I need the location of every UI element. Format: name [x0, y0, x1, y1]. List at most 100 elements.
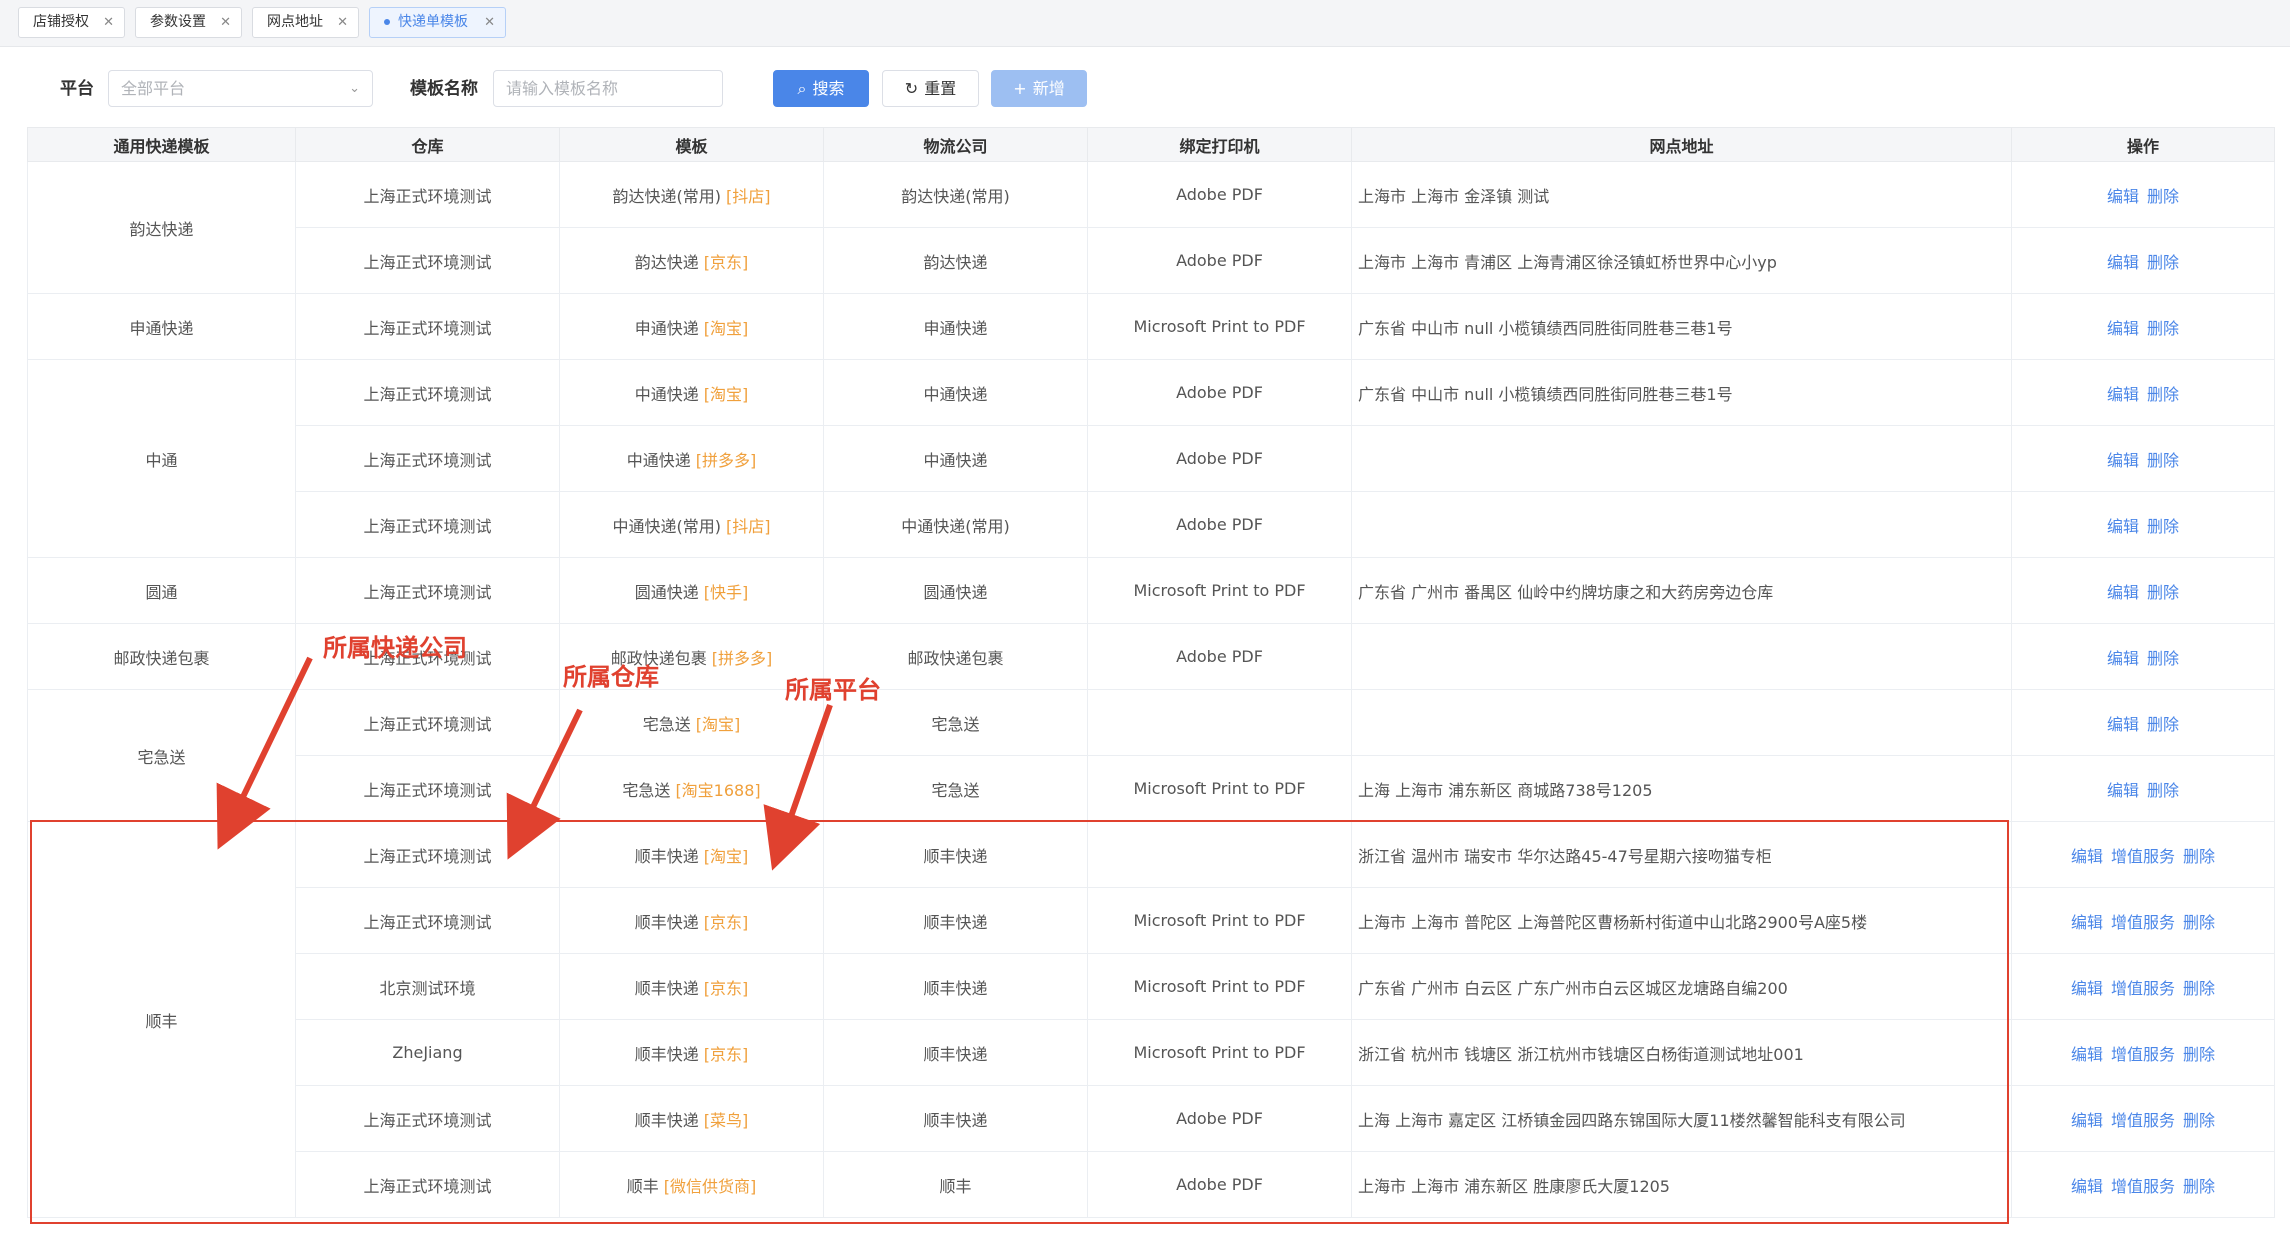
- warehouse-name: 北京测试环境: [379, 978, 476, 998]
- edit-link[interactable]: 编辑: [2107, 583, 2139, 602]
- delete-link[interactable]: 删除: [2147, 715, 2179, 734]
- edit-link[interactable]: 编辑: [2071, 913, 2103, 932]
- value-added-service-link[interactable]: 增值服务: [2111, 913, 2175, 932]
- edit-link[interactable]: 编辑: [2107, 385, 2139, 404]
- actions-cell: 编辑 增值服务 删除: [2011, 1019, 2275, 1086]
- platform-tag: [抖店]: [726, 516, 771, 536]
- template-name: 韵达快递(常用): [612, 186, 721, 206]
- address-cell: 广东省 广州市 白云区 广东广州市白云区城区龙塘路自编200: [1351, 953, 2012, 1020]
- close-icon[interactable]: ✕: [484, 8, 495, 37]
- value-added-service-link[interactable]: 增值服务: [2111, 847, 2175, 866]
- edit-link[interactable]: 编辑: [2107, 187, 2139, 206]
- delete-link[interactable]: 删除: [2147, 319, 2179, 338]
- company-cell: 韵达快递(常用): [823, 161, 1088, 228]
- delete-link[interactable]: 删除: [2147, 385, 2179, 404]
- delete-link[interactable]: 删除: [2183, 1045, 2215, 1064]
- table-header-row: 通用快递模板 仓库 模板 物流公司 绑定打印机 网点地址 操作: [27, 127, 2275, 162]
- value-added-service-link[interactable]: 增值服务: [2111, 1177, 2175, 1196]
- tab-waybill-template[interactable]: 快递单模板 ✕: [369, 7, 506, 38]
- warehouse-name: 上海正式环境测试: [363, 1176, 492, 1196]
- edit-link[interactable]: 编辑: [2107, 319, 2139, 338]
- address-cell: 上海市 上海市 青浦区 上海青浦区徐泾镇虹桥世界中心小yp: [1351, 227, 2012, 294]
- company-name: 顺丰快递: [923, 846, 988, 866]
- template-name: 圆通快递: [634, 582, 699, 602]
- platform-select[interactable]: 全部平台 ⌄: [108, 70, 373, 107]
- edit-link[interactable]: 编辑: [2107, 517, 2139, 536]
- edit-link[interactable]: 编辑: [2071, 847, 2103, 866]
- actions-cell: 编辑 删除: [2011, 689, 2275, 756]
- company-cell: 圆通快递: [823, 557, 1088, 624]
- close-icon[interactable]: ✕: [103, 8, 114, 37]
- printer-name: Microsoft Print to PDF: [1133, 977, 1306, 996]
- warehouse-name: 上海正式环境测试: [363, 450, 492, 470]
- printer-cell: Adobe PDF: [1087, 623, 1352, 690]
- warehouse-cell: 上海正式环境测试: [295, 689, 560, 756]
- active-dot-icon: [384, 19, 390, 25]
- edit-link[interactable]: 编辑: [2107, 649, 2139, 668]
- printer-name: Adobe PDF: [1176, 647, 1263, 666]
- delete-link[interactable]: 删除: [2147, 583, 2179, 602]
- printer-name: Adobe PDF: [1176, 251, 1263, 270]
- edit-link[interactable]: 编辑: [2071, 1177, 2103, 1196]
- delete-link[interactable]: 删除: [2183, 1177, 2215, 1196]
- printer-name: Adobe PDF: [1176, 1109, 1263, 1128]
- warehouse-name: 上海正式环境测试: [363, 186, 492, 206]
- printer-cell: Adobe PDF: [1087, 1151, 1352, 1218]
- delete-link[interactable]: 删除: [2147, 187, 2179, 206]
- table-row: ZheJiang 顺丰快递 [京东] 顺丰快递 Microsoft Print to …: [28, 1019, 2275, 1086]
- delete-link[interactable]: 删除: [2183, 847, 2215, 866]
- edit-link[interactable]: 编辑: [2071, 1111, 2103, 1130]
- printer-cell: Microsoft Print to PDF: [1087, 887, 1352, 954]
- tab-outlet-address[interactable]: 网点地址 ✕: [252, 7, 359, 38]
- actions-cell: 编辑 删除: [2011, 491, 2275, 558]
- table-row: 顺丰 上海正式环境测试 顺丰快递 [淘宝] 顺丰快递 浙江省 温州市 瑞安市 华尔达路4…: [27, 821, 2275, 1218]
- warehouse-cell: 北京测试环境: [295, 953, 560, 1020]
- delete-link[interactable]: 删除: [2183, 913, 2215, 932]
- actions-cell: 编辑 删除: [2011, 293, 2275, 360]
- table-row: 圆通 上海正式环境测试 圆通快递 [快手] 圆通快递 Microsoft Print t…: [27, 557, 2275, 624]
- template-cell: 顺丰快递 [京东]: [559, 887, 824, 954]
- warehouse-name: 上海正式环境测试: [363, 252, 492, 272]
- template-name: 宅急送: [642, 714, 691, 734]
- delete-link[interactable]: 删除: [2147, 781, 2179, 800]
- delete-link[interactable]: 删除: [2183, 979, 2215, 998]
- template-name-input[interactable]: 请输入模板名称: [493, 70, 723, 107]
- platform-tag: [淘宝]: [703, 846, 749, 866]
- edit-link[interactable]: 编辑: [2071, 1045, 2103, 1064]
- add-button[interactable]: + 新增: [991, 70, 1087, 107]
- delete-link[interactable]: 删除: [2147, 253, 2179, 272]
- column-header: 网点地址: [1351, 127, 2012, 162]
- printer-cell: Adobe PDF: [1087, 1085, 1352, 1152]
- delete-link[interactable]: 删除: [2147, 649, 2179, 668]
- delete-link[interactable]: 删除: [2183, 1111, 2215, 1130]
- delete-link[interactable]: 删除: [2147, 517, 2179, 536]
- delete-link[interactable]: 删除: [2147, 451, 2179, 470]
- reset-button[interactable]: ↻ 重置: [882, 70, 979, 107]
- edit-link[interactable]: 编辑: [2107, 253, 2139, 272]
- warehouse-name: 上海正式环境测试: [363, 318, 492, 338]
- search-button[interactable]: ⌕ 搜索: [773, 70, 869, 107]
- tab-shop-auth[interactable]: 店铺授权 ✕: [18, 7, 125, 38]
- address-cell: [1351, 491, 2012, 558]
- close-icon[interactable]: ✕: [337, 8, 348, 37]
- tab-params[interactable]: 参数设置 ✕: [135, 7, 242, 38]
- value-added-service-link[interactable]: 增值服务: [2111, 1045, 2175, 1064]
- edit-link[interactable]: 编辑: [2107, 451, 2139, 470]
- close-icon[interactable]: ✕: [220, 8, 231, 37]
- warehouse-cell: 上海正式环境测试: [295, 557, 560, 624]
- edit-link[interactable]: 编辑: [2107, 715, 2139, 734]
- edit-link[interactable]: 编辑: [2107, 781, 2139, 800]
- warehouse-cell: 上海正式环境测试: [295, 359, 560, 426]
- template-cell: 顺丰快递 [菜鸟]: [559, 1085, 824, 1152]
- value-added-service-link[interactable]: 增值服务: [2111, 1111, 2175, 1130]
- template-name: 宅急送: [622, 780, 671, 800]
- template-name-label: 模板名称: [410, 79, 478, 99]
- printer-cell: Microsoft Print to PDF: [1087, 1019, 1352, 1086]
- template-cell: 圆通快递 [快手]: [559, 557, 824, 624]
- template-cell: 中通快递 [淘宝]: [559, 359, 824, 426]
- template-cell: 申通快递 [淘宝]: [559, 293, 824, 360]
- address-cell: 广东省 中山市 null 小榄镇绩西同胜街同胜巷三巷1号: [1351, 293, 2012, 360]
- company-name: 中通快递: [923, 450, 988, 470]
- edit-link[interactable]: 编辑: [2071, 979, 2103, 998]
- value-added-service-link[interactable]: 增值服务: [2111, 979, 2175, 998]
